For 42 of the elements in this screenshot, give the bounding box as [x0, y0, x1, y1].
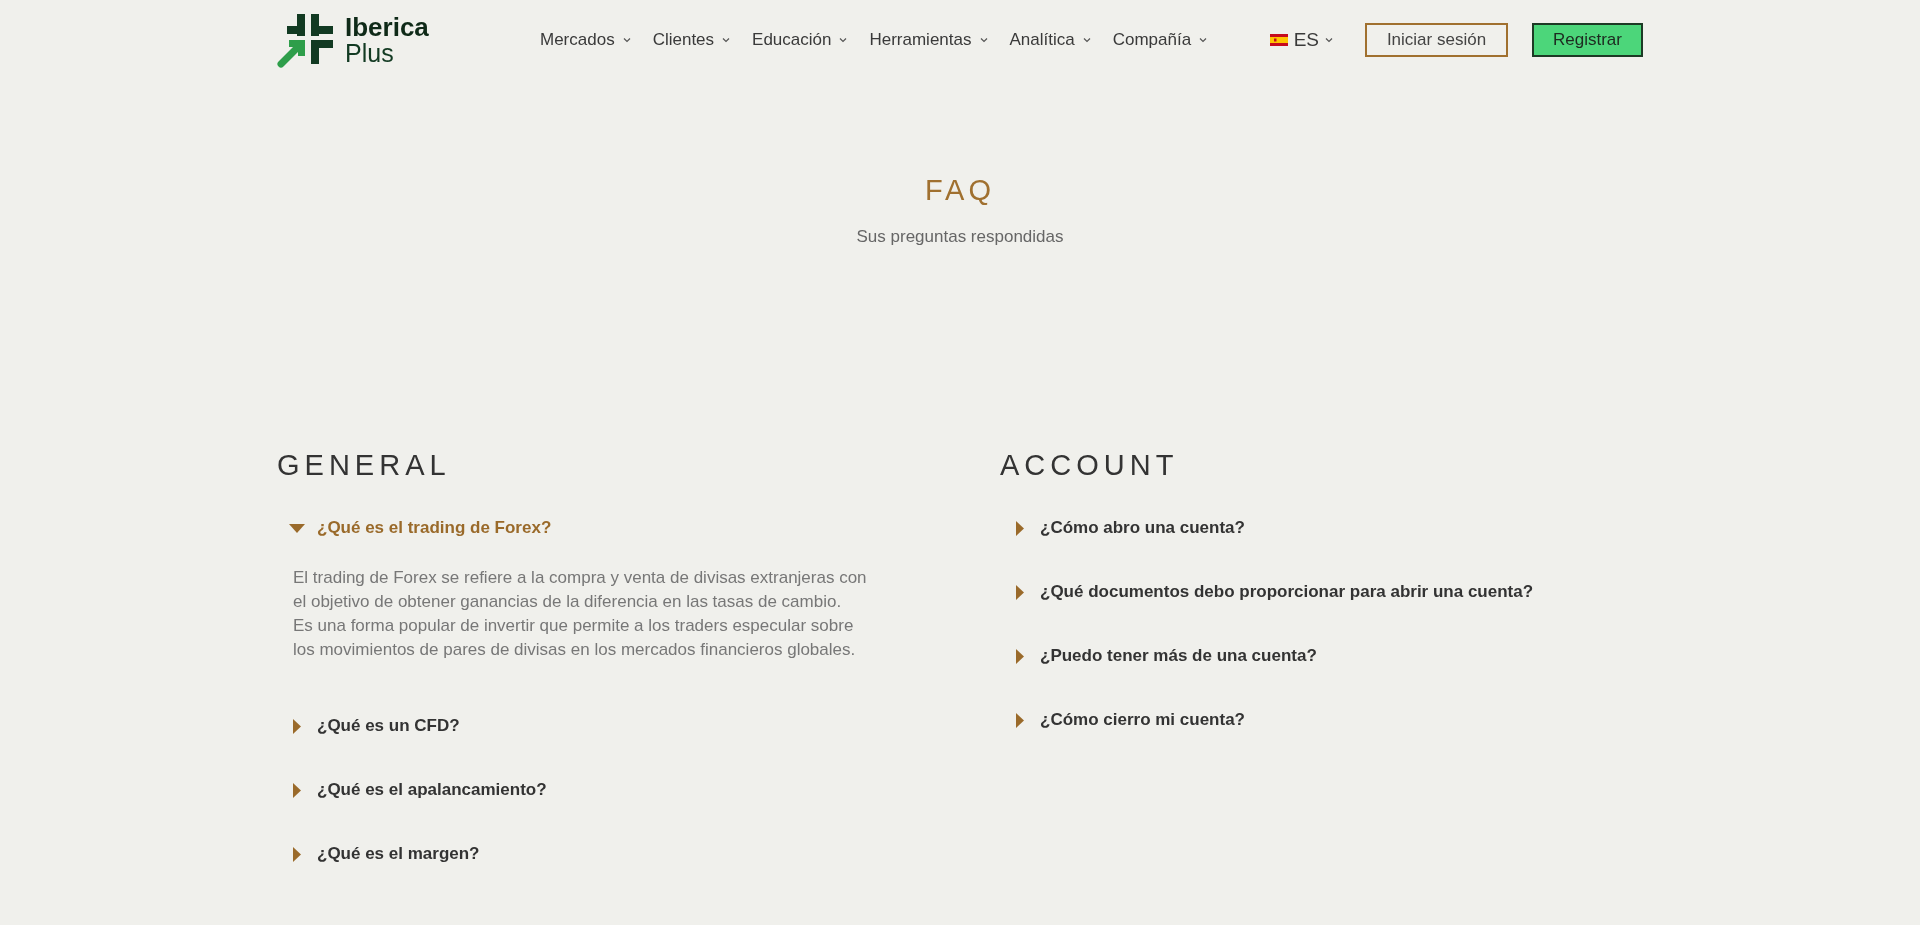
nav-menu-item[interactable]: Compañía [1112, 30, 1208, 50]
language-selector[interactable]: ES [1269, 29, 1333, 51]
chevron-down-icon [839, 37, 848, 43]
triangle-down-icon [289, 523, 305, 533]
triangle-right-icon [1016, 648, 1024, 664]
chevron-down-icon [979, 37, 988, 43]
nav-menu-item[interactable]: Herramientas [869, 30, 988, 50]
faq-question[interactable]: ¿Qué es el trading de Forex? [277, 508, 552, 548]
faq-answer: El trading de Forex se refiere a la compra y venta de divisas extranjeras con el objetivo de obtener ganancias de la diferencia en las tasas de cambio. [293, 567, 868, 613]
chevron-down-icon [722, 37, 731, 43]
faq-question[interactable]: ¿Qué documentos debo proporcionar para abrir una cuenta? [1000, 572, 1534, 612]
flag-icon [1269, 34, 1288, 46]
triangle-right-icon [293, 718, 301, 734]
chevron-down-icon [1199, 37, 1208, 43]
nav-menu-item[interactable]: Mercados [540, 30, 631, 50]
page-subtitle: Sus preguntas respondidas [855, 227, 1065, 247]
register-button[interactable]: Registrar [1532, 23, 1643, 57]
faq-question[interactable]: ¿Cómo cierro mi cuenta? [1000, 700, 1245, 740]
logo-name: Iberica [345, 14, 429, 40]
triangle-right-icon [1016, 520, 1024, 536]
section-heading: ACCOUNT [1000, 448, 1180, 483]
faq-question[interactable]: ¿Puedo tener más de una cuenta? [1000, 636, 1317, 676]
page-title: FAQ [924, 174, 996, 207]
chevron-down-icon [1082, 37, 1091, 43]
triangle-right-icon [293, 782, 301, 798]
logo-subname: Plus [345, 40, 395, 66]
faq-answer: Es una forma popular de invertir que permite a los traders especular sobre los movimientos de pares de divisas en los mercados financieros globales. [293, 615, 857, 661]
login-button[interactable]: Iniciar sesión [1365, 23, 1508, 57]
faq-question[interactable]: ¿Qué es el margen? [277, 834, 480, 874]
nav-menu-item[interactable]: Clientes [652, 30, 731, 50]
logo-icon [277, 12, 335, 68]
triangle-right-icon [293, 846, 301, 862]
nav-menu-item[interactable]: Educación [752, 30, 848, 50]
triangle-right-icon [1016, 712, 1024, 728]
faq-question[interactable]: ¿Cómo abro una cuenta? [1000, 508, 1245, 548]
chevron-down-icon [1325, 37, 1333, 43]
faq-question[interactable]: ¿Qué es un CFD? [277, 706, 460, 746]
faq-question[interactable]: ¿Qué es el apalancamiento? [277, 770, 547, 810]
section-heading: GENERAL [277, 448, 452, 483]
triangle-right-icon [1016, 584, 1024, 600]
nav-menu-item[interactable]: Analítica [1009, 30, 1091, 50]
chevron-down-icon [622, 37, 631, 43]
